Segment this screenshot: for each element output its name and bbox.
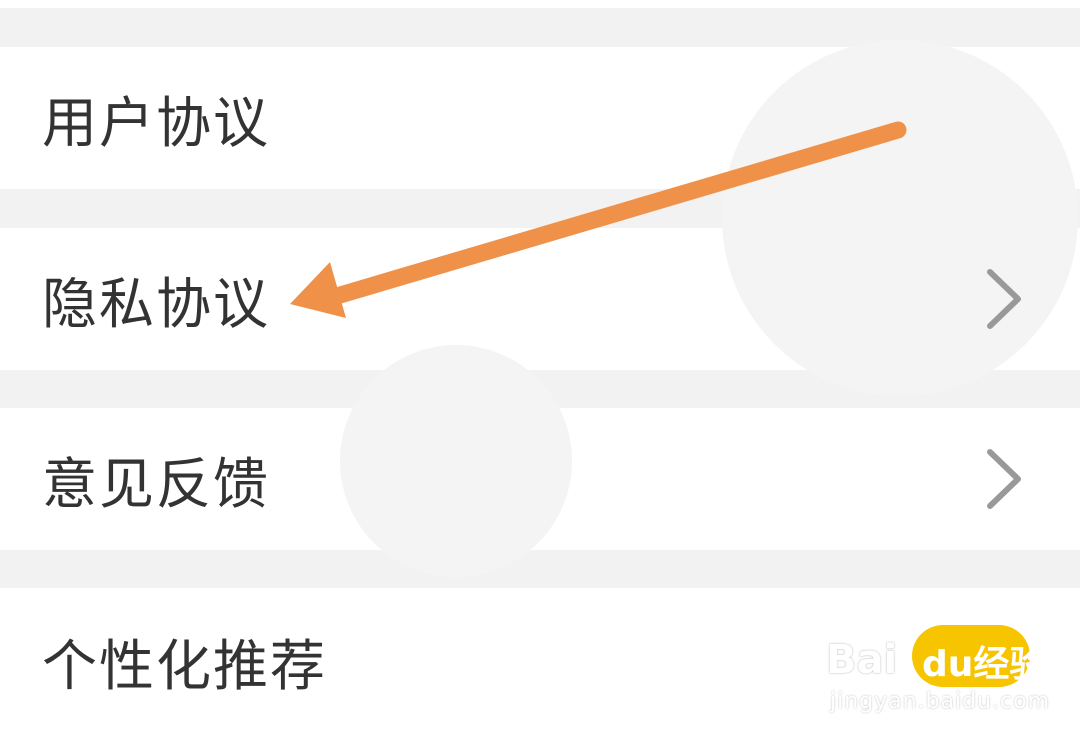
settings-item-privacy-agreement[interactable]: 隐私协议 <box>0 40 1080 396</box>
settings-item-feedback[interactable]: 意见反馈 <box>0 345 1080 577</box>
watermark-url: jingyan.baidu.com <box>830 689 1051 714</box>
settings-item-label: 隐私协议 <box>42 272 271 336</box>
settings-item-label: 个性化推荐 <box>42 634 328 698</box>
background-decoration-circle <box>340 345 572 577</box>
background-decoration-circle <box>722 40 1078 396</box>
top-divider-strip <box>0 0 1080 8</box>
chevron-right-icon <box>984 448 1024 510</box>
chevron-right-icon <box>984 268 1024 330</box>
settings-item-label: 意见反馈 <box>42 452 271 516</box>
settings-item-label: 用户协议 <box>42 91 271 155</box>
watermark-logo-text: Bai <box>826 637 898 683</box>
baidu-jingyan-watermark: Bai du经验 jingyan.baidu.com <box>826 615 1049 715</box>
watermark-badge-text: du经验 <box>922 644 1046 685</box>
